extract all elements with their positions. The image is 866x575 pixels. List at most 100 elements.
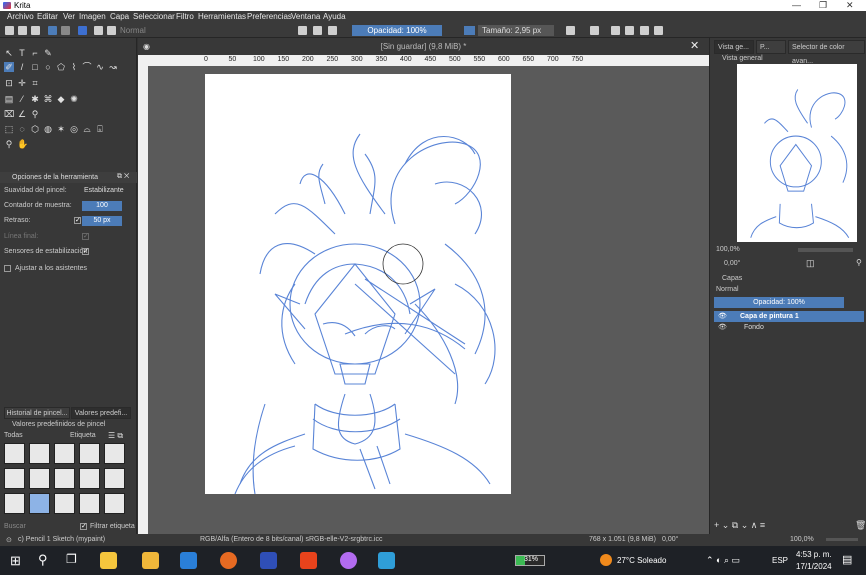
layer-blend-select[interactable]: Normal — [716, 286, 739, 293]
bezier-select-tool-icon[interactable]: ⌓ — [82, 124, 92, 134]
brush-preset-item-selected[interactable] — [29, 493, 50, 514]
delay-field[interactable]: 50 px — [82, 216, 122, 226]
move-tool-icon[interactable]: ✛ — [17, 78, 27, 88]
close-document-icon[interactable]: ✕ — [690, 38, 699, 55]
assistant-tool-icon[interactable]: ⌧ — [4, 109, 14, 119]
document-tab[interactable]: [Sin guardar] (9,8 MiB) * ◉ ✕ — [138, 38, 709, 55]
menu-archivo[interactable]: Archivo — [7, 12, 34, 21]
tab-color-selector[interactable]: Selector de color avan... — [788, 40, 865, 65]
weather-text[interactable]: 27°C Soleado — [617, 556, 666, 565]
polygon-tool-icon[interactable]: ⬠ — [56, 62, 66, 72]
status-zoom[interactable]: 100,0% — [790, 536, 814, 543]
minimize-icon[interactable]: — — [792, 0, 801, 10]
new-document-icon[interactable] — [5, 26, 14, 35]
gradient-icon[interactable] — [48, 26, 57, 35]
color-picker-tool-icon[interactable]: ⁄ — [17, 94, 27, 104]
eye-icon[interactable]: 👁 — [718, 322, 727, 333]
eye-icon[interactable]: 👁 — [718, 311, 727, 322]
open-document-icon[interactable] — [18, 26, 27, 35]
gradient-tool-icon[interactable]: ▤ — [4, 94, 14, 104]
layer-opacity-slider[interactable]: Opacidad: 100% — [714, 297, 844, 308]
add-layer-icon[interactable]: + ⌄ ⧉ ⌄ ∧ ≡ — [714, 520, 765, 531]
menu-herramientas[interactable]: Herramientas — [198, 12, 246, 21]
maximize-icon[interactable]: ❐ — [819, 0, 827, 11]
preserve-alpha-icon[interactable] — [313, 26, 322, 35]
brush-filter-select[interactable]: Todas — [4, 432, 23, 439]
file-explorer-icon[interactable] — [142, 552, 159, 569]
delay-checkbox[interactable]: ✓ — [74, 217, 81, 224]
menu-capa[interactable]: Capa — [110, 12, 129, 21]
menu-preferencias[interactable]: Preferencias — [247, 12, 292, 21]
finish-line-checkbox[interactable]: ✓ — [82, 233, 89, 240]
brave-icon[interactable] — [300, 552, 317, 569]
crop-tool-icon[interactable]: ⌗ — [30, 78, 40, 88]
save-document-icon[interactable] — [31, 26, 40, 35]
brush-preset-item[interactable] — [79, 493, 100, 514]
eraser-icon[interactable] — [298, 26, 307, 35]
menu-ver[interactable]: Ver — [63, 12, 75, 21]
battery-indicator[interactable]: 31% — [515, 555, 545, 566]
brush-preset-item[interactable] — [79, 443, 100, 464]
opacity-slider[interactable]: Opacidad: 100% — [352, 25, 442, 36]
menu-filtro[interactable]: Filtro — [176, 12, 194, 21]
app-blue-icon[interactable] — [378, 552, 395, 569]
brush-preset-item[interactable] — [29, 468, 50, 489]
undo-icon[interactable] — [640, 26, 649, 35]
edit-brush-icon[interactable] — [94, 26, 103, 35]
pin-icon[interactable]: ⚲ — [856, 258, 862, 267]
workspace-icon[interactable] — [625, 26, 634, 35]
clock-time[interactable]: 4:53 p. m. — [796, 550, 832, 559]
overview-zoom[interactable]: 100,0% — [716, 246, 740, 253]
ellipse-select-tool-icon[interactable]: ◌ — [17, 124, 27, 134]
canvas-paper[interactable] — [205, 74, 511, 495]
zoom-tool-icon[interactable]: ⚲ — [4, 139, 14, 149]
rectangle-tool-icon[interactable]: □ — [30, 62, 40, 72]
mirror-horizontal-icon[interactable] — [566, 26, 575, 35]
menu-imagen[interactable]: Imagen — [79, 12, 106, 21]
stabilize-sensors-checkbox[interactable]: ✓ — [82, 248, 89, 255]
select-shapes-tool-icon[interactable]: ↖ — [4, 48, 14, 58]
freehand-select-tool-icon[interactable]: ◍ — [43, 124, 53, 134]
notifications-icon[interactable]: ▤ — [842, 553, 852, 566]
view-mode-icon[interactable]: ☰ ⧉ — [108, 431, 123, 441]
measure-tool-icon[interactable]: ∠ — [17, 109, 27, 119]
overview-thumbnail[interactable] — [737, 64, 857, 242]
colorize-mask-tool-icon[interactable]: ✱ — [30, 94, 40, 104]
brush-preset-item[interactable] — [54, 443, 75, 464]
widgets-icon[interactable] — [100, 552, 117, 569]
tab-brush-history[interactable]: Historial de pincel... — [4, 407, 70, 419]
contiguous-select-tool-icon[interactable]: ✶ — [56, 124, 66, 134]
blend-mode-icon[interactable] — [107, 26, 116, 35]
app-l-icon[interactable] — [260, 552, 277, 569]
brush-preset-item[interactable] — [79, 468, 100, 489]
freehand-path-tool-icon[interactable]: ∿ — [95, 62, 105, 72]
menu-ventana[interactable]: Ventana — [291, 12, 320, 21]
fill-tool-icon[interactable]: ◆ — [56, 94, 66, 104]
mail-icon[interactable] — [180, 552, 197, 569]
similar-select-tool-icon[interactable]: ◎ — [69, 124, 79, 134]
brush-search-input[interactable]: Buscar — [4, 523, 26, 530]
system-tray-icons[interactable]: ⌃ ◐ ⌕ ▭ — [706, 555, 740, 566]
brush-preset-icon[interactable] — [78, 26, 87, 35]
brush-preset-item[interactable] — [4, 443, 25, 464]
delete-layer-icon[interactable]: 🗑 — [855, 520, 866, 531]
wrap-around-icon[interactable] — [611, 26, 620, 35]
mirror-view-icon[interactable]: ◫ — [806, 258, 815, 269]
magnetic-select-tool-icon[interactable]: ⌺ — [95, 124, 105, 134]
brush-preset-item[interactable] — [104, 443, 125, 464]
brush-preset-item[interactable] — [104, 493, 125, 514]
brush-preset-item[interactable] — [4, 493, 25, 514]
overview-rotation[interactable]: 0,00° — [724, 260, 740, 267]
line-tool-icon[interactable]: / — [17, 62, 27, 72]
polygon-select-tool-icon[interactable]: ⬡ — [30, 124, 40, 134]
tab-overview[interactable]: Vista ge... — [714, 40, 754, 54]
language-indicator[interactable]: ESP — [772, 556, 788, 565]
bezier-tool-icon[interactable]: ⌒ — [82, 62, 92, 72]
sample-count-field[interactable]: 100 — [82, 201, 122, 211]
menu-ayuda[interactable]: Ayuda — [323, 12, 346, 21]
polyline-tool-icon[interactable]: ⌇ — [69, 62, 79, 72]
dynamic-brush-tool-icon[interactable]: ↝ — [108, 62, 118, 72]
firefox-icon[interactable] — [220, 552, 237, 569]
snap-assistants-checkbox[interactable] — [4, 265, 11, 272]
pattern-icon[interactable] — [61, 26, 70, 35]
